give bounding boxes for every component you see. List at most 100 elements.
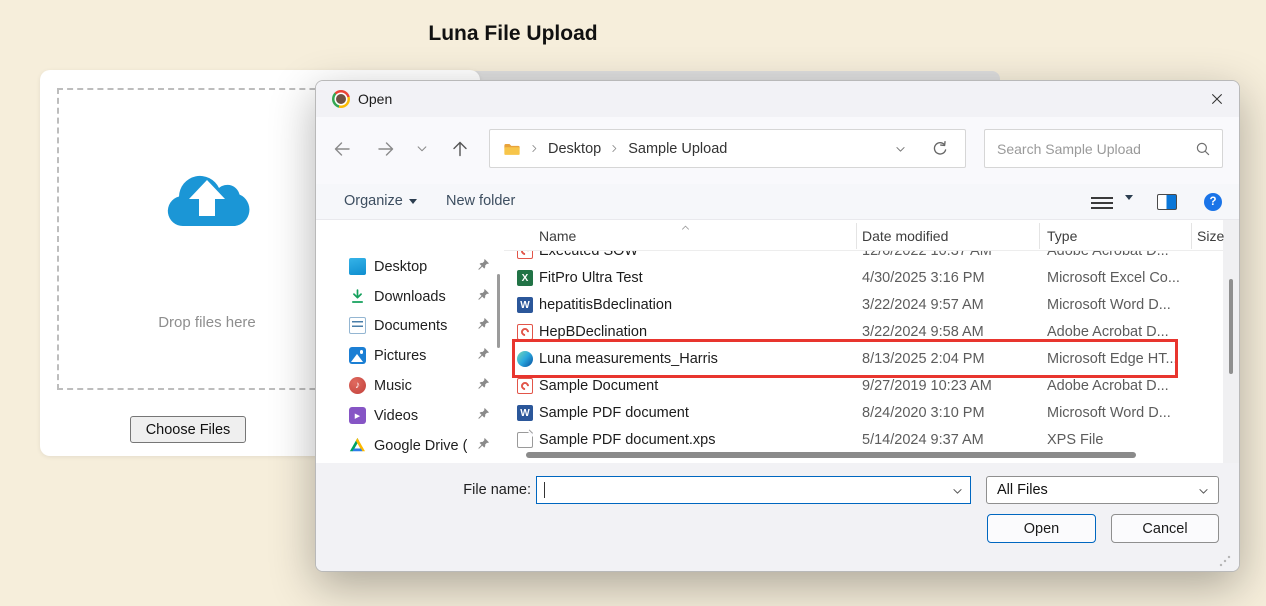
sidebar-item-label: Pictures bbox=[374, 348, 426, 364]
sidebar-item-downloads[interactable]: Downloads bbox=[328, 282, 496, 311]
new-folder-label: New folder bbox=[446, 193, 515, 209]
command-bar: Organize New folder ? bbox=[316, 184, 1240, 220]
sidebar-item-label: Documents bbox=[374, 318, 447, 334]
dropzone-label: Drop files here bbox=[87, 314, 327, 331]
folder-icon bbox=[503, 140, 521, 158]
sidebar-item-desktop[interactable]: Desktop bbox=[328, 252, 496, 281]
list-header: Name Date modified Type Size bbox=[504, 220, 1223, 251]
file-row[interactable]: WhepatitisBdeclination3/22/2024 9:57 AMM… bbox=[504, 292, 1223, 319]
chevron-down-icon[interactable] bbox=[951, 485, 964, 503]
search-input[interactable] bbox=[997, 131, 1187, 166]
close-button[interactable] bbox=[1202, 87, 1232, 111]
sidebar-item-documents[interactable]: Documents bbox=[328, 311, 496, 340]
file-icon bbox=[517, 432, 533, 448]
file-name-input[interactable] bbox=[543, 478, 943, 501]
up-button[interactable] bbox=[450, 139, 470, 164]
documents-icon bbox=[349, 317, 366, 334]
pin-icon bbox=[477, 407, 490, 424]
sidebar-item-google-drive[interactable]: Google Drive ( bbox=[328, 431, 496, 460]
highlight-rectangle bbox=[512, 339, 1178, 378]
pin-icon bbox=[477, 258, 490, 275]
refresh-button[interactable] bbox=[931, 140, 949, 162]
close-icon bbox=[1209, 91, 1225, 107]
file-row[interactable]: WSample PDF document8/24/2020 3:10 PMMic… bbox=[504, 400, 1223, 427]
column-header-type[interactable]: Type bbox=[1047, 228, 1077, 244]
sidebar-scrollbar[interactable] bbox=[497, 274, 500, 348]
downloads-icon bbox=[349, 288, 366, 305]
desktop-icon bbox=[349, 258, 366, 275]
pin-icon bbox=[477, 288, 490, 305]
chevron-down-icon bbox=[409, 199, 417, 204]
file-type-value: All Files bbox=[997, 482, 1048, 498]
address-dropdown-button[interactable] bbox=[894, 143, 907, 160]
chevron-right-icon bbox=[609, 143, 620, 154]
sidebar-item-label: Desktop bbox=[374, 259, 427, 275]
sort-ascending-icon bbox=[680, 220, 691, 236]
view-options-button[interactable] bbox=[1125, 200, 1133, 218]
music-icon: ♪ bbox=[349, 377, 366, 394]
organize-button[interactable]: Organize bbox=[344, 193, 417, 209]
sidebar-item-music[interactable]: ♪ Music bbox=[328, 371, 496, 400]
horizontal-scrollbar-thumb[interactable] bbox=[526, 452, 1136, 458]
chrome-icon bbox=[332, 90, 350, 108]
pin-icon bbox=[477, 317, 490, 334]
back-button[interactable] bbox=[332, 139, 352, 164]
pin-icon bbox=[477, 347, 490, 364]
open-file-dialog: Open Desktop Sample Upload Organize New … bbox=[315, 80, 1240, 572]
dialog-footer: File name: All Files Open Cancel bbox=[316, 463, 1240, 572]
open-button[interactable]: Open bbox=[987, 514, 1096, 543]
forward-button[interactable] bbox=[376, 139, 396, 164]
pin-icon bbox=[477, 377, 490, 394]
resize-grip[interactable] bbox=[1219, 555, 1231, 567]
file-name-combobox bbox=[536, 476, 971, 504]
preview-pane-icon[interactable] bbox=[1157, 194, 1177, 210]
back-icon bbox=[332, 139, 352, 159]
word-icon: W bbox=[517, 405, 533, 421]
pin-icon bbox=[477, 437, 490, 454]
column-header-date-modified[interactable]: Date modified bbox=[862, 228, 948, 244]
chevron-down-icon bbox=[1197, 485, 1210, 502]
excel-icon: X bbox=[517, 270, 533, 286]
pdf-icon bbox=[517, 378, 533, 394]
new-folder-button[interactable]: New folder bbox=[446, 193, 515, 209]
sidebar-item-pictures[interactable]: Pictures bbox=[328, 341, 496, 370]
pdf-icon bbox=[517, 324, 533, 340]
dialog-titlebar: Open bbox=[316, 81, 1239, 117]
chevron-right-icon bbox=[529, 143, 540, 154]
cancel-button[interactable]: Cancel bbox=[1111, 514, 1219, 543]
file-row[interactable]: XFitPro Ultra Test4/30/2025 3:16 PMMicro… bbox=[504, 265, 1223, 292]
up-arrow-icon bbox=[450, 139, 470, 159]
chevron-down-icon bbox=[1125, 195, 1133, 217]
videos-icon: ▶ bbox=[349, 407, 366, 424]
google-drive-icon bbox=[349, 437, 366, 454]
search-box bbox=[984, 129, 1223, 168]
sidebar-item-label: Google Drive ( bbox=[374, 438, 467, 454]
help-button[interactable]: ? bbox=[1204, 193, 1222, 211]
sidebar-item-label: Videos bbox=[374, 408, 418, 424]
dialog-title: Open bbox=[358, 91, 392, 107]
breadcrumb[interactable]: Desktop Sample Upload bbox=[489, 129, 966, 168]
vertical-scrollbar-thumb[interactable] bbox=[1229, 279, 1233, 374]
pictures-icon bbox=[349, 347, 366, 364]
column-header-size[interactable]: Size bbox=[1197, 228, 1224, 244]
sidebar-item-videos[interactable]: ▶ Videos bbox=[328, 401, 496, 430]
sidebar-item-label: Downloads bbox=[374, 289, 446, 305]
text-cursor bbox=[544, 482, 545, 498]
recent-locations-button[interactable] bbox=[415, 142, 429, 161]
organize-label: Organize bbox=[344, 193, 403, 209]
sidebar-item-label: Music bbox=[374, 378, 412, 394]
chevron-down-icon bbox=[415, 142, 429, 156]
refresh-icon bbox=[931, 140, 949, 158]
file-name-label: File name: bbox=[426, 482, 531, 498]
file-row[interactable]: Sample PDF document.xps5/14/2024 9:37 AM… bbox=[504, 427, 1223, 454]
column-header-name[interactable]: Name bbox=[539, 228, 576, 244]
file-type-select[interactable]: All Files bbox=[986, 476, 1219, 504]
list-view-icon[interactable] bbox=[1091, 197, 1113, 209]
breadcrumb-item-sample-upload[interactable]: Sample Upload bbox=[628, 141, 727, 157]
choose-files-button[interactable]: Choose Files bbox=[130, 416, 246, 443]
chevron-down-icon bbox=[894, 143, 907, 156]
page-title: Luna File Upload bbox=[0, 22, 1026, 46]
breadcrumb-item-desktop[interactable]: Desktop bbox=[548, 141, 601, 157]
search-icon bbox=[1195, 141, 1211, 162]
cloud-upload-icon bbox=[157, 162, 257, 232]
